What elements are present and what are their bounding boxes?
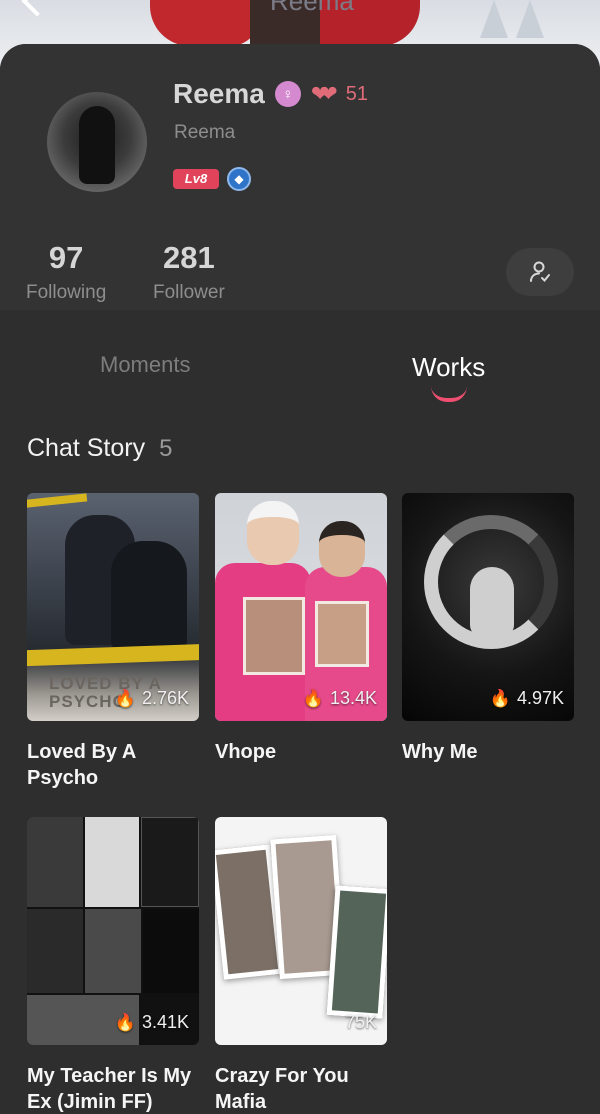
story-title[interactable]: Loved By A Psycho	[27, 739, 199, 791]
follower-stat[interactable]: 281 Follower	[153, 240, 225, 304]
level-badge: Lv8	[173, 169, 219, 189]
view-count: 🔥 4.97K	[490, 688, 564, 709]
flame-icon: 🔥	[114, 1012, 136, 1032]
view-count: 🔥 13.4K	[303, 688, 377, 709]
back-arrow-icon[interactable]	[21, 0, 53, 17]
story-cover-image[interactable]: 🔥 4.97K	[402, 493, 574, 721]
banner-tree-decoration	[480, 0, 508, 38]
story-title[interactable]: My Teacher Is My Ex (Jimin FF)	[27, 1063, 199, 1114]
story-card[interactable]: 75K Crazy For You Mafia	[215, 817, 387, 1114]
female-gender-icon: ♀	[274, 81, 301, 107]
story-title[interactable]: Vhope	[215, 739, 387, 765]
view-count: 75K	[345, 1012, 377, 1033]
banner-tree-decoration	[516, 0, 544, 38]
tab-works[interactable]: Works	[412, 352, 485, 383]
story-card[interactable]: LOVED BY A PSYCHO 🔥 2.76K Loved By A Psy…	[27, 493, 199, 791]
view-count: 🔥 3.41K	[115, 1012, 189, 1033]
profile-card: Reema ♀ ❤❤ 51 Reema Lv8 ◆ 97 Following 2…	[0, 44, 600, 1114]
flame-icon: 🔥	[114, 688, 136, 708]
story-card[interactable]: 🔥 13.4K Vhope	[215, 493, 387, 765]
view-count-value: 4.97K	[516, 688, 564, 708]
following-count: 97	[48, 240, 84, 275]
section-title: Chat Story	[27, 434, 146, 462]
following-stat[interactable]: 97 Following	[26, 240, 106, 304]
name-row: Reema ♀ ❤❤ 51	[173, 76, 368, 112]
story-card[interactable]: 🔥 4.97K Why Me	[402, 493, 574, 765]
story-title[interactable]: Why Me	[402, 739, 574, 765]
flame-icon: 🔥	[489, 688, 511, 708]
profile-username: Reema	[174, 122, 236, 143]
section-count: 5	[159, 435, 173, 462]
story-title[interactable]: Crazy For You Mafia	[215, 1063, 387, 1114]
avatar[interactable]	[47, 92, 147, 192]
profile-name: Reema	[173, 78, 265, 109]
following-label: Following	[26, 282, 107, 303]
view-count-value: 13.4K	[329, 688, 377, 708]
story-cover-image[interactable]: 🔥 13.4K	[215, 493, 387, 721]
view-count: 🔥 2.76K	[115, 688, 189, 709]
chat-story-header: Chat Story 5	[27, 434, 172, 463]
user-check-icon	[530, 261, 550, 282]
active-tab-indicator	[431, 386, 467, 402]
story-cover-image[interactable]: 75K	[215, 817, 387, 1045]
story-card[interactable]: 🔥 3.41K My Teacher Is My Ex (Jimin FF)	[27, 817, 199, 1114]
view-count-value: 3.41K	[141, 1012, 189, 1032]
diamond-badge-icon: ◆	[227, 167, 251, 191]
tab-moments[interactable]: Moments	[100, 352, 190, 378]
flame-icon: 🔥	[302, 688, 324, 708]
view-count-value: 2.76K	[141, 688, 189, 708]
hearts-icon: ❤❤	[310, 81, 338, 106]
view-count-value: 75K	[344, 1012, 377, 1032]
hearts-count: 51	[345, 82, 368, 105]
story-cover-image[interactable]: 🔥 3.41K	[27, 817, 199, 1045]
profile-header: Reema ♀ ❤❤ 51 Reema Lv8 ◆ 97 Following 2…	[0, 44, 600, 310]
followed-button[interactable]	[506, 248, 574, 296]
story-cover-image[interactable]: LOVED BY A PSYCHO 🔥 2.76K	[27, 493, 199, 721]
banner-name-text: Reema	[270, 0, 354, 16]
follower-count: 281	[163, 240, 215, 275]
follower-label: Follower	[153, 282, 225, 303]
